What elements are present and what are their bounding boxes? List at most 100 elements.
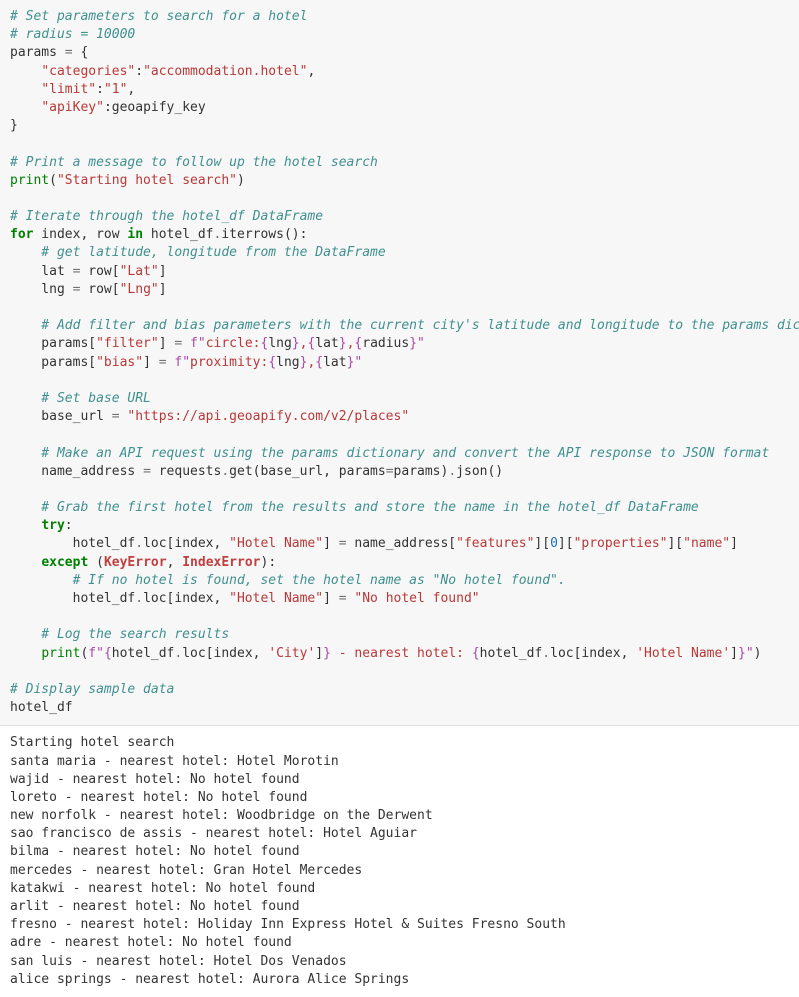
code-token: ] [159,282,167,297]
string: "Lat" [120,264,159,279]
fstring-interp: lat [315,336,338,351]
fstring-brace: { [268,355,276,370]
string: "name" [683,536,730,551]
comment: # Print a message to follow up the hotel… [10,155,378,170]
code-token: ] [159,264,167,279]
code-token: ] [143,355,159,370]
code-token: ): [261,555,277,570]
output-line: Starting hotel search [10,735,174,750]
code-token: = [143,464,151,479]
exception: IndexError [182,555,260,570]
code-token: = [112,409,120,424]
code-block: # Set parameters to search for a hotel #… [10,8,789,717]
code-token: ][ [534,536,550,551]
code-token: name_address [10,464,143,479]
fstring-interp: loc[index, [550,646,628,661]
output-line: adre - nearest hotel: No hotel found [10,935,292,950]
output-line: fresno - nearest hotel: Holiday Inn Expr… [10,917,566,932]
code-token: row[ [80,264,119,279]
code-token: index, row [33,227,127,242]
fstring-brace: } [738,646,746,661]
comment: # Grab the first hotel from the results … [10,500,699,515]
code-token: ) [754,646,762,661]
string: "Hotel Name" [229,536,323,551]
code-token: ( [49,173,57,188]
fstring-interp: lng [276,355,299,370]
output-line: sao francisco de assis - nearest hotel: … [10,826,417,841]
code-token: params [10,45,65,60]
string: "properties" [574,536,668,551]
exception: KeyError [104,555,167,570]
fstring: f" [88,646,104,661]
code-token: = [339,536,347,551]
code-token: ][ [667,536,683,551]
string: "apiKey" [41,100,104,115]
fstring-brace: } [339,336,347,351]
fstring-interp: lat [323,355,346,370]
code-token [10,555,41,570]
code-token: . [448,464,456,479]
code-token: = [386,464,394,479]
fstring-interp: hotel_df [112,646,175,661]
fstring: " [417,336,425,351]
keyword: for [10,227,33,242]
code-token [10,100,41,115]
output-cell: Starting hotel search santa maria - near… [0,726,799,997]
code-token: :geoapify_key [104,100,206,115]
fstring-brace: } [409,336,417,351]
code-token: ] [323,591,339,606]
comment: # If no hotel is found, set the hotel na… [10,573,566,588]
output-line: santa maria - nearest hotel: Hotel Morot… [10,754,339,769]
code-token: = [65,45,73,60]
code-token: row[ [80,282,119,297]
code-token: ( [88,555,104,570]
comment: # Iterate through the hotel_df DataFrame [10,209,323,224]
output-line: mercedes - nearest hotel: Gran Hotel Mer… [10,863,362,878]
code-token: loc[index, [143,591,229,606]
code-token [10,646,41,661]
code-token: requests [151,464,221,479]
string: "filter" [96,336,159,351]
code-token: . [542,646,550,661]
code-token: } [10,118,18,133]
code-token: . [135,536,143,551]
fstring-interp: radius [362,336,409,351]
code-token: = [339,591,347,606]
output-line: san luis - nearest hotel: Hotel Dos Vena… [10,954,347,969]
output-line: arlit - nearest hotel: No hotel found [10,899,300,914]
output-line: wajid - nearest hotel: No hotel found [10,772,300,787]
output-line: new norfolk - nearest hotel: Woodbridge … [10,808,433,823]
code-token: : [96,82,104,97]
comment: # Log the search results [10,627,229,642]
comment: # Set base URL [10,391,151,406]
code-token: params) [394,464,449,479]
code-token: json() [456,464,503,479]
code-token: name_address[ [347,536,457,551]
fstring-brace: { [104,646,112,661]
fstring-interp: lng [268,336,291,351]
code-token [10,82,41,97]
string: 'City' [268,646,315,661]
output-line: alice springs - nearest hotel: Aurora Al… [10,972,409,987]
string: "accommodation.hotel" [143,64,307,79]
code-token: hotel_df [10,591,135,606]
string: proximity: [190,355,268,370]
fstring-brace: { [472,646,480,661]
fstring-brace: } [292,336,300,351]
code-token: hotel_df [10,700,73,715]
string: "bias" [96,355,143,370]
string: "https://api.geoapify.com/v2/places" [127,409,409,424]
comment: # Set parameters to search for a hotel [10,9,307,24]
code-token: ][ [558,536,574,551]
fstring-brace: } [323,646,331,661]
output-line: bilma - nearest hotel: No hotel found [10,844,300,859]
fstring: " [746,646,754,661]
comment: # Display sample data [10,682,174,697]
fstring-interp: hotel_df [480,646,543,661]
string: "categories" [41,64,135,79]
builtin: print [10,173,49,188]
code-token: ] [730,536,738,551]
output-line: katakwi - nearest hotel: No hotel found [10,881,315,896]
fstring: " [354,355,362,370]
code-token: , [307,64,315,79]
